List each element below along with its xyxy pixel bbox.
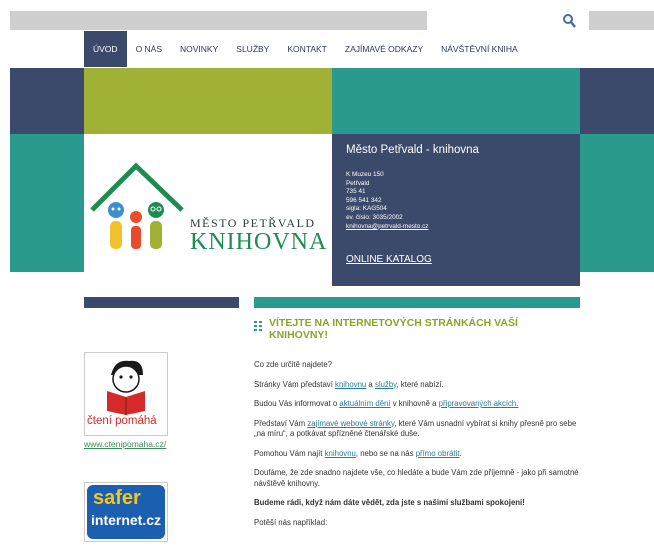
safer-text: safer bbox=[93, 487, 141, 509]
search-icon[interactable] bbox=[562, 13, 576, 28]
paragraph-services: Stránky Vám představí knihovnu a služby,… bbox=[254, 380, 584, 391]
logo-panel[interactable]: MĚSTO PETŘVALD KNIHOVNA bbox=[84, 134, 332, 272]
page-heading: VÍTEJTE NA INTERNETOVÝCH STRÁNKÁCH VAŠÍ … bbox=[269, 317, 518, 341]
intro-question: Co zde určitě najdete? bbox=[254, 360, 333, 369]
header-block-teal-right bbox=[580, 134, 654, 272]
cteni-pomaha-text: čtení pomáhá bbox=[87, 415, 157, 427]
nav-item-o-nas[interactable]: O NÁS bbox=[127, 31, 171, 67]
paragraph-hope: Doufáme, že zde snadno najdete vše, co h… bbox=[254, 468, 579, 488]
contact-lines: K Muzeu 150 Petřvald 735 41 596 541 342 … bbox=[346, 171, 429, 231]
address-zip: 735 41 bbox=[346, 188, 366, 196]
nav-item-sluzby[interactable]: SLUŽBY bbox=[227, 31, 278, 67]
nav-item-navstevni-kniha[interactable]: NÁVŠTĚVNÍ KNIHA bbox=[432, 31, 527, 67]
sigla: sigla: KAG504 bbox=[346, 205, 387, 213]
paragraph-feedback: Budeme rádi, když nám dáte vědět, zda js… bbox=[254, 498, 525, 507]
header-block-navy-right bbox=[580, 68, 654, 134]
nav-item-novinky[interactable]: NOVINKY bbox=[171, 31, 227, 67]
nav-item-zajimave-odkazy[interactable]: ZAJÍMAVÉ ODKAZY bbox=[336, 31, 432, 67]
nav-item-kontakt[interactable]: KONTAKT bbox=[278, 31, 336, 67]
online-catalog-link[interactable]: ONLINE KATALOG bbox=[346, 254, 432, 265]
find-library-link[interactable]: knihovnu bbox=[325, 449, 356, 458]
phone-number: 596 541 342 bbox=[346, 196, 382, 204]
main-content: Co zde určitě najdete? Stránky Vám předs… bbox=[254, 360, 584, 537]
text: Představí Vám bbox=[254, 418, 308, 428]
address-street: K Muzeu 150 bbox=[346, 171, 384, 178]
header-block-teal bbox=[332, 68, 580, 134]
header-block-navy-left bbox=[10, 68, 84, 134]
evidence-number: ev. číslo: 3035/2002 bbox=[346, 213, 403, 221]
safer-internet-logo: safer internet.cz bbox=[87, 485, 165, 539]
library-house-logo-icon bbox=[90, 162, 184, 249]
sidebar-top-bar bbox=[84, 297, 239, 308]
text: Budou Vás informovat o bbox=[254, 399, 340, 408]
text: v knihovně a bbox=[390, 399, 439, 408]
heading-dots-icon bbox=[254, 321, 262, 331]
paragraph-contact: Pomohou Vám najít knihovnu, nebo se na n… bbox=[254, 449, 584, 460]
cteni-pomaha-banner[interactable]: čtení pomáhá bbox=[84, 352, 168, 436]
paragraph-examples: Potěší nás například: bbox=[254, 517, 328, 527]
text: . bbox=[459, 448, 462, 458]
internet-cz-text: internet.cz bbox=[91, 512, 162, 528]
contact-info-panel: Město Petřvald - knihovna K Muzeu 150 Pe… bbox=[332, 134, 580, 286]
interesting-websites-link[interactable]: zajímavé webové stránky bbox=[307, 419, 394, 428]
main-nav: ÚVOD O NÁS NOVINKY SLUŽBY KONTAKT ZAJÍMA… bbox=[84, 31, 527, 67]
services-link[interactable]: služby bbox=[375, 380, 397, 389]
paragraph-news: Budou Vás informovat o aktuálním dění v … bbox=[254, 399, 584, 410]
cteni-pomaha-link[interactable]: www.ctenipomaha.cz/ bbox=[84, 439, 166, 449]
email-link[interactable]: knihovna@petrvald-mesto.cz bbox=[346, 223, 429, 232]
library-link[interactable]: knihovnu bbox=[335, 380, 366, 389]
text: , nebo se na nás bbox=[355, 448, 416, 458]
upcoming-events-link[interactable]: připravovaných akcích. bbox=[439, 399, 519, 408]
logo-subtitle: KNIHOVNA bbox=[190, 229, 328, 255]
nav-item-uvod[interactable]: ÚVOD bbox=[84, 31, 127, 67]
text: Stránky Vám představí bbox=[254, 379, 336, 389]
safer-internet-banner[interactable]: safer internet.cz bbox=[84, 482, 168, 542]
current-events-link[interactable]: aktuálním dění bbox=[339, 399, 390, 408]
text: a bbox=[366, 379, 375, 389]
contact-us-link[interactable]: přímo obrátit bbox=[416, 449, 460, 458]
header-block-teal-left bbox=[10, 134, 84, 272]
top-search-bar bbox=[10, 11, 654, 30]
text: , které nabízí. bbox=[396, 379, 444, 389]
address-city: Petřvald bbox=[346, 179, 370, 187]
header-block-olive bbox=[84, 68, 332, 134]
text: Pomohou Vám najít bbox=[254, 448, 325, 458]
library-name: Město Petřvald - knihovna bbox=[346, 144, 479, 156]
reading-child-icon bbox=[107, 360, 145, 415]
paragraph-websites: Představí Vám zajímavé webové stránky, k… bbox=[254, 419, 584, 440]
content-top-bar bbox=[254, 297, 580, 308]
